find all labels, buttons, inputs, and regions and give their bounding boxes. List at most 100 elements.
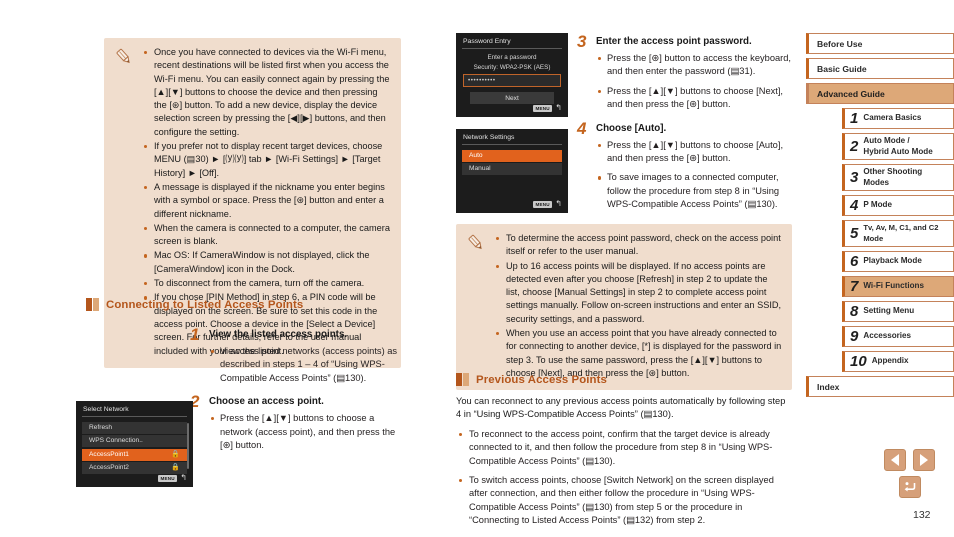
camera-screen-password-entry: Password Entry Enter a password Security… <box>456 33 568 117</box>
security-label: Security: <box>473 64 499 71</box>
scrollbar[interactable] <box>186 423 189 469</box>
network-row[interactable]: Refresh <box>82 421 187 434</box>
sidebar-chapter-camera-basics[interactable]: 1 Camera Basics <box>842 108 954 129</box>
sidebar-item-label: Index <box>817 381 840 392</box>
step-bullet: View the listed networks (access points)… <box>209 345 405 385</box>
menu-return-hint: MENU ↰ <box>532 104 562 112</box>
note-item: To disconnect from the camera, turn off … <box>142 277 391 290</box>
sidebar-navigation: Before Use Basic Guide Advanced Guide 1 … <box>806 33 954 401</box>
note-box-top: Once you have connected to devices via t… <box>104 38 401 368</box>
chapter-label: Tv, Av, M, C1, and C2 Mode <box>863 223 939 243</box>
step-2-bullets: Press the [▲][▼] buttons to choose a net… <box>209 412 405 452</box>
pencil-note-icon <box>114 46 136 359</box>
chapter-label: Setting Menu <box>863 306 915 316</box>
section-marker-icon <box>456 373 469 386</box>
return-arrow-icon: ↰ <box>180 473 187 482</box>
return-arrow-icon: ↰ <box>555 199 562 208</box>
sidebar-chapter-setting-menu[interactable]: 8 Setting Menu <box>842 301 954 322</box>
section-intro-text: You can reconnect to any previous access… <box>456 396 786 420</box>
sidebar-chapter-tv-av-m-c1-c2-mode[interactable]: 5 Tv, Av, M, C1, and C2 Mode <box>842 220 954 247</box>
section-heading-label: Previous Access Points <box>476 373 607 386</box>
chapter-number: 3 <box>850 169 859 186</box>
network-row[interactable]: AccessPoint2 🔒 <box>82 462 187 474</box>
sidebar-chapter-p-mode[interactable]: 4 P Mode <box>842 195 954 216</box>
next-button[interactable]: Next <box>470 92 554 104</box>
chapter-number: 9 <box>850 328 859 345</box>
sidebar-item-label: Advanced Guide <box>817 88 885 99</box>
step-bullet: Press the [⊛] button to access the keybo… <box>596 52 792 79</box>
menu-chip: MENU <box>532 104 553 112</box>
sidebar-chapter-appendix[interactable]: 10 Appendix <box>842 351 954 372</box>
chapter-number: 8 <box>850 303 859 320</box>
network-label: AccessPoint1 <box>89 450 129 458</box>
note-box-bottom: To determine the access point password, … <box>456 224 792 391</box>
chapter-label: Playback Mode <box>863 256 922 266</box>
password-input[interactable]: •••••••••• <box>463 74 561 87</box>
note-bottom-list: To determine the access point password, … <box>494 232 782 381</box>
lock-icon: 🔒 <box>171 450 180 458</box>
section-marker-icon <box>86 298 99 311</box>
chapter-number: 10 <box>850 353 867 370</box>
return-home-button[interactable] <box>899 476 921 498</box>
list-item: To reconnect to the access point, confir… <box>456 428 792 468</box>
chapter-number: 2 <box>850 138 859 155</box>
step-title: Choose an access point. <box>209 396 324 408</box>
sidebar-item-label: Basic Guide <box>817 63 867 74</box>
note-item: To determine the access point password, … <box>494 232 782 259</box>
menu-chip: MENU <box>532 200 553 208</box>
network-row[interactable]: WPS Connection.. <box>82 435 187 447</box>
step-title: Choose [Auto]. <box>596 122 667 134</box>
sidebar-chapter-accessories[interactable]: 9 Accessories <box>842 326 954 347</box>
menu-return-hint: MENU ↰ <box>532 199 562 208</box>
note-item: When the camera is connected to a comput… <box>142 222 391 249</box>
chapter-label: Wi-Fi Functions <box>863 281 924 291</box>
sidebar-item-index[interactable]: Index <box>806 376 954 397</box>
sidebar-item-before-use[interactable]: Before Use <box>806 33 954 54</box>
network-label: AccessPoint2 <box>89 464 129 471</box>
menu-return-hint: MENU ↰ <box>157 473 187 482</box>
next-page-button[interactable] <box>913 449 935 471</box>
sidebar-chapter-wifi-functions[interactable]: 7 Wi-Fi Functions <box>842 276 954 297</box>
setting-label: Auto <box>469 151 483 159</box>
chapter-number: 6 <box>850 253 859 270</box>
setting-row[interactable]: Manual <box>462 163 562 175</box>
manual-page: Once you have connected to devices via t… <box>0 0 954 537</box>
setting-row-selected[interactable]: Auto <box>462 149 562 162</box>
screen-title: Select Network <box>83 406 129 413</box>
previous-page-button[interactable] <box>884 449 906 471</box>
chevron-left-icon <box>891 454 899 466</box>
camera-screen-network-settings: Network Settings Auto Manual MENU ↰ <box>456 129 568 213</box>
step-bullet: Press the [▲][▼] buttons to choose a net… <box>209 412 405 452</box>
sidebar-chapter-other-shooting-modes[interactable]: 3 Other Shooting Modes <box>842 164 954 191</box>
step-bullet: To save images to a connected computer, … <box>596 171 792 211</box>
pencil-note-icon <box>466 232 488 381</box>
step-title: Enter the access point password. <box>596 36 752 47</box>
note-item: Once you have connected to devices via t… <box>142 46 391 139</box>
step-2: 2 Choose an access point. <box>190 393 405 410</box>
note-item: Up to 16 access points will be displayed… <box>494 260 782 326</box>
sidebar-item-basic-guide[interactable]: Basic Guide <box>806 58 954 79</box>
note-top-list: Once you have connected to devices via t… <box>142 46 391 359</box>
sidebar-chapter-playback-mode[interactable]: 6 Playback Mode <box>842 251 954 272</box>
setting-label: Manual <box>469 165 491 172</box>
network-label: Refresh <box>89 423 113 431</box>
note-item: A message is displayed if the nickname y… <box>142 181 391 221</box>
sidebar-item-advanced-guide[interactable]: Advanced Guide <box>806 83 954 104</box>
lock-icon: 🔒 <box>171 464 180 471</box>
section-heading-previous-access-points: Previous Access Points <box>456 373 607 386</box>
note-item: Mac OS: If CameraWindow is not displayed… <box>142 249 391 276</box>
note-item: If you prefer not to display recent targ… <box>142 140 391 180</box>
menu-chip: MENU <box>157 474 178 482</box>
chevron-right-icon <box>920 454 928 466</box>
chapter-number: 4 <box>850 197 859 214</box>
sidebar-chapter-auto-mode[interactable]: 2 Auto Mode / Hybrid Auto Mode <box>842 133 954 160</box>
screen-title: Network Settings <box>463 134 515 141</box>
chapter-number: 5 <box>850 225 859 242</box>
section-heading-label: Connecting to Listed Access Points <box>106 298 304 311</box>
step-bullet: Press the [▲][▼] buttons to choose [Auto… <box>596 139 792 166</box>
section-heading-connecting-listed: Connecting to Listed Access Points <box>86 298 303 311</box>
chapter-number: 1 <box>850 110 859 127</box>
network-row-selected[interactable]: AccessPoint1 🔒 <box>82 448 187 461</box>
step-number: 3 <box>577 32 587 51</box>
step-title: View the listed access points. <box>209 329 348 340</box>
